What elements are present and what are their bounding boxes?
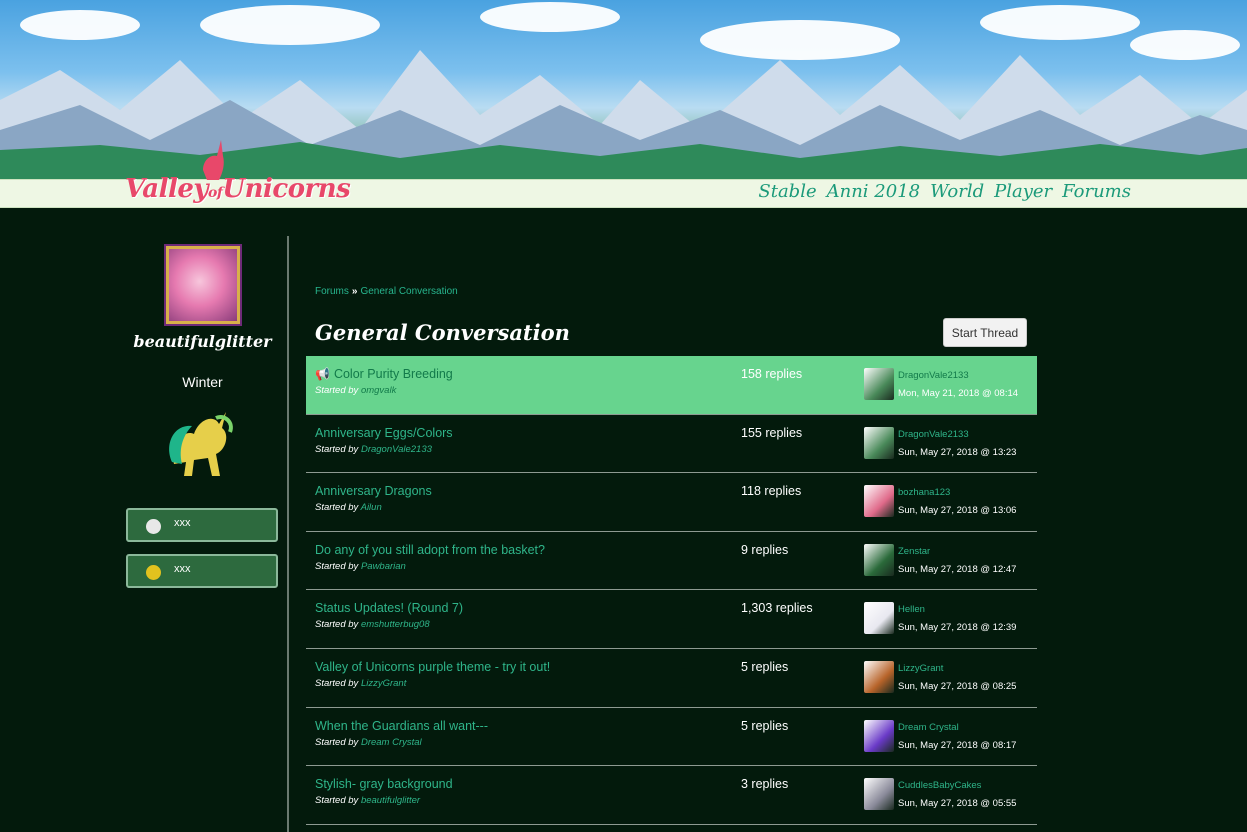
breadcrumb: Forums » General Conversation — [315, 286, 458, 297]
last-post-date: Sun, May 27, 2018 @ 12:47 — [898, 563, 1017, 575]
last-poster-name[interactable]: CuddlesBabyCakes — [898, 780, 981, 791]
season-label: Winter — [182, 374, 223, 390]
breadcrumb-forums[interactable]: Forums — [315, 286, 349, 297]
gold-coin-icon — [146, 565, 161, 580]
thread-started-by: Started by Pawbarian — [315, 560, 406, 572]
thread-title[interactable]: 📢 Color Purity Breeding — [315, 367, 453, 381]
nav-player[interactable]: Player — [994, 181, 1052, 202]
last-post-date: Sun, May 27, 2018 @ 13:06 — [898, 505, 1017, 517]
thread-replies: 3 replies — [741, 777, 789, 792]
silver-coin-icon — [146, 519, 161, 534]
thread-replies: 118 replies — [741, 484, 802, 499]
last-post-date: Sun, May 27, 2018 @ 05:55 — [898, 798, 1017, 810]
thread-replies: 1,303 replies — [741, 601, 813, 616]
thread-author[interactable]: Pawbarian — [361, 561, 406, 572]
thread-replies: 158 replies — [741, 367, 803, 381]
thread-title[interactable]: Valley of Unicorns purple theme - try it… — [315, 660, 550, 674]
last-poster-avatar[interactable] — [864, 602, 894, 635]
last-poster-avatar[interactable] — [864, 719, 894, 752]
site-logo[interactable]: ValleyofUnicorns — [125, 138, 351, 212]
thread-author[interactable]: emshutterbug08 — [361, 619, 430, 630]
start-thread-button[interactable]: Start Thread — [943, 318, 1027, 347]
last-poster-avatar[interactable] — [864, 426, 894, 459]
last-poster-name[interactable]: Hellen — [898, 604, 925, 615]
thread-row[interactable]: 📢 Color Purity Breeding Started by omgval… — [306, 356, 1037, 415]
thread-row[interactable]: Anniversary Dragons Started by Ailun 118… — [306, 473, 1037, 532]
last-post-date: Mon, May 21, 2018 @ 08:14 — [898, 388, 1019, 399]
thread-started-by: Started by LizzyGrant — [315, 677, 407, 689]
thread-title[interactable]: When the Guardians all want--- — [315, 719, 488, 733]
nav-world[interactable]: World — [930, 181, 984, 202]
last-poster-name[interactable]: Zenstar — [898, 546, 930, 557]
thread-replies: 155 replies — [741, 425, 803, 440]
thread-author[interactable]: DragonVale2133 — [361, 444, 432, 455]
thread-started-by: Started by Ailun — [315, 502, 382, 514]
thread-author[interactable]: Dream Crystal — [361, 737, 422, 748]
last-post-date: Sun, May 27, 2018 @ 12:39 — [898, 622, 1017, 634]
thread-title[interactable]: Anniversary Dragons — [315, 484, 432, 498]
megaphone-icon: 📢 — [315, 367, 330, 381]
last-poster-avatar[interactable] — [864, 543, 894, 576]
thread-replies: 5 replies — [741, 718, 789, 733]
last-poster-name[interactable]: Dream Crystal — [898, 722, 959, 733]
thread-author[interactable]: beautifulglitter — [361, 795, 420, 806]
thread-started-by: Started by DragonVale2133 — [315, 443, 432, 455]
last-post-date: Sun, May 27, 2018 @ 08:25 — [898, 680, 1017, 692]
thread-row[interactable]: Stylish- gray background Started by beau… — [306, 766, 1037, 825]
logo-text: ValleyofUnicorns — [125, 174, 351, 204]
last-poster-name[interactable]: LizzyGrant — [898, 663, 943, 674]
nav-stable[interactable]: Stable — [758, 181, 816, 202]
thread-started-by: Started by omgvalk — [315, 385, 397, 396]
username[interactable]: beautifulglitter — [126, 332, 279, 351]
thread-title[interactable]: Do any of you still adopt from the baske… — [315, 543, 545, 557]
last-post-date: Sun, May 27, 2018 @ 08:17 — [898, 739, 1017, 751]
last-poster-name[interactable]: bozhana123 — [898, 487, 950, 498]
pet-unicorn-image[interactable] — [164, 404, 244, 484]
thread-row[interactable]: When the Guardians all want--- Started b… — [306, 708, 1037, 767]
thread-author[interactable]: omgvalk — [361, 385, 396, 396]
last-poster-avatar[interactable] — [864, 485, 894, 518]
thread-row[interactable]: Status Updates! (Round 7) Started by ems… — [306, 590, 1037, 649]
last-poster-avatar[interactable] — [864, 778, 894, 811]
thread-started-by: Started by beautifulglitter — [315, 795, 421, 807]
last-poster-name[interactable]: DragonVale2133 — [898, 429, 969, 440]
last-post-date: Sun, May 27, 2018 @ 13:23 — [898, 446, 1017, 458]
thread-replies: 9 replies — [741, 542, 789, 557]
thread-row[interactable]: Do any of you still adopt from the baske… — [306, 532, 1037, 591]
last-poster-name[interactable]: DragonVale2133 — [898, 370, 969, 381]
breadcrumb-separator-icon: » — [351, 286, 358, 297]
currency-silver[interactable]: xxx — [126, 508, 278, 542]
last-poster-avatar[interactable] — [864, 368, 894, 400]
thread-started-by: Started by Dream Crystal — [315, 736, 422, 748]
nav-anni-2018[interactable]: Anni 2018 — [827, 181, 920, 202]
thread-title[interactable]: Stylish- gray background — [315, 777, 453, 791]
thread-started-by: Started by emshutterbug08 — [315, 619, 430, 631]
thread-author[interactable]: LizzyGrant — [361, 678, 406, 689]
thread-list: 📢 Color Purity Breeding Started by omgval… — [306, 356, 1037, 825]
thread-replies: 5 replies — [741, 659, 789, 674]
page-title: General Conversation — [315, 320, 570, 345]
avatar[interactable] — [166, 246, 240, 324]
breadcrumb-current[interactable]: General Conversation — [360, 286, 457, 297]
thread-title[interactable]: Status Updates! (Round 7) — [315, 601, 463, 615]
last-poster-avatar[interactable] — [864, 660, 894, 693]
thread-row[interactable]: Valley of Unicorns purple theme - try it… — [306, 649, 1037, 708]
thread-author[interactable]: Ailun — [361, 502, 382, 513]
currency-gold[interactable]: xxx — [126, 554, 278, 588]
thread-row[interactable]: Anniversary Eggs/Colors Started by Drago… — [306, 415, 1037, 474]
thread-title[interactable]: Anniversary Eggs/Colors — [315, 426, 453, 440]
nav-forums[interactable]: Forums — [1062, 181, 1131, 202]
sidebar-divider — [287, 236, 289, 832]
main-nav: Stable Anni 2018 World Player Forums — [758, 181, 1131, 202]
